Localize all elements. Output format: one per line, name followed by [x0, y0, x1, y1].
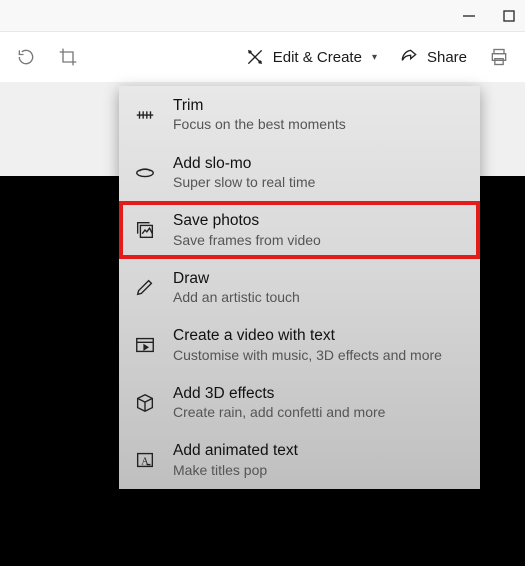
svg-text:A: A: [141, 457, 149, 468]
trim-icon: [133, 103, 157, 127]
maximize-button[interactable]: [499, 6, 519, 26]
menu-item-animated-text[interactable]: A Add animated text Make titles pop: [119, 431, 480, 489]
animated-text-icon: A: [133, 448, 157, 472]
print-button[interactable]: [487, 41, 511, 73]
menu-item-subtitle: Create rain, add confetti and more: [173, 403, 385, 421]
video-text-icon: [133, 333, 157, 357]
menu-item-3d-effects[interactable]: Add 3D effects Create rain, add confetti…: [119, 374, 480, 432]
edit-create-icon: [245, 47, 265, 67]
edit-create-label: Edit & Create: [273, 49, 362, 66]
draw-icon: [133, 275, 157, 299]
rotate-button[interactable]: [14, 41, 38, 73]
app-toolbar: Edit & Create ▾ Share: [0, 32, 525, 82]
save-photos-icon: [133, 218, 157, 242]
menu-item-video-text[interactable]: Create a video with text Customise with …: [119, 316, 480, 374]
crop-button[interactable]: [56, 41, 80, 73]
slomo-icon: [133, 160, 157, 184]
edit-create-menu: Trim Focus on the best moments Add slo-m…: [119, 86, 480, 489]
menu-item-subtitle: Super slow to real time: [173, 173, 315, 191]
menu-item-save-photos[interactable]: Save photos Save frames from video: [119, 201, 480, 259]
menu-item-title: Draw: [173, 269, 300, 288]
window-titlebar: [0, 0, 525, 32]
crop-icon: [58, 47, 78, 67]
cube-icon: [133, 391, 157, 415]
menu-item-subtitle: Focus on the best moments: [173, 115, 346, 133]
share-button[interactable]: Share: [397, 41, 469, 73]
menu-item-title: Add slo-mo: [173, 154, 315, 173]
menu-item-draw[interactable]: Draw Add an artistic touch: [119, 259, 480, 317]
menu-item-title: Add 3D effects: [173, 384, 385, 403]
menu-item-slomo[interactable]: Add slo-mo Super slow to real time: [119, 144, 480, 202]
chevron-down-icon: ▾: [372, 52, 377, 63]
menu-item-title: Save photos: [173, 211, 321, 230]
menu-item-subtitle: Save frames from video: [173, 231, 321, 249]
menu-item-subtitle: Customise with music, 3D effects and mor…: [173, 346, 442, 364]
edit-create-button[interactable]: Edit & Create ▾: [243, 41, 379, 73]
menu-item-title: Add animated text: [173, 441, 298, 460]
print-icon: [489, 47, 509, 67]
menu-item-subtitle: Add an artistic touch: [173, 288, 300, 306]
rotate-icon: [16, 47, 36, 67]
menu-item-subtitle: Make titles pop: [173, 461, 298, 479]
menu-item-title: Create a video with text: [173, 326, 442, 345]
menu-item-trim[interactable]: Trim Focus on the best moments: [119, 86, 480, 144]
share-label: Share: [427, 49, 467, 66]
menu-item-title: Trim: [173, 96, 346, 115]
share-icon: [399, 47, 419, 67]
minimize-button[interactable]: [459, 6, 479, 26]
